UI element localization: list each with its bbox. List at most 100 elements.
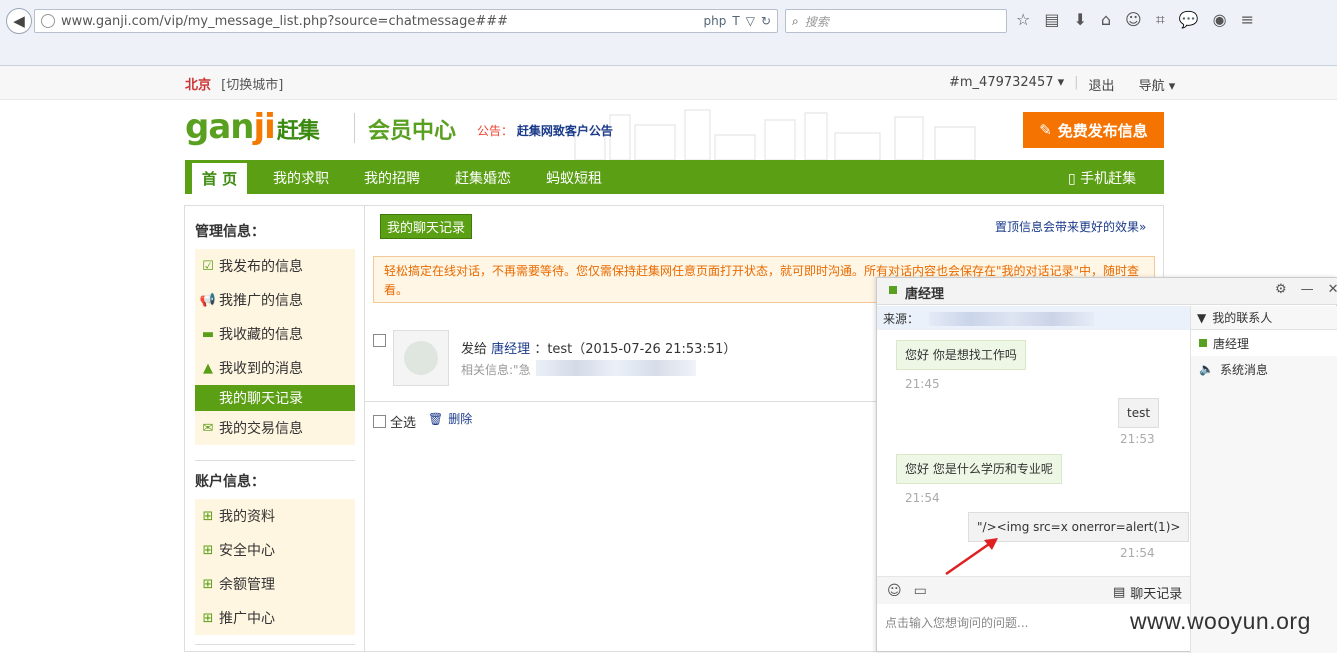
addon-icon[interactable]: ◉ xyxy=(1213,10,1227,30)
delete-button[interactable]: 🗑 删除 xyxy=(428,410,472,427)
message-recipient-link[interactable]: 唐经理 xyxy=(491,342,530,357)
chat-header: 唐经理 ⚙ — ✕ xyxy=(877,278,1337,305)
chat-source-label: 来源： xyxy=(883,312,920,326)
back-button[interactable]: ◀ xyxy=(6,8,32,34)
megaphone-icon: 📢 xyxy=(199,292,217,308)
online-status-icon xyxy=(889,286,897,294)
account-section-title: 账户信息： xyxy=(195,474,265,490)
trash-icon: 🗑 xyxy=(428,411,444,426)
browser-toolbar: ◀ www.ganji.com/vip/my_message_list.php?… xyxy=(0,0,1337,66)
sidebar-item-chat-history[interactable]: 我的聊天记录 xyxy=(195,385,355,411)
search-box[interactable]: ⌕ 搜索 xyxy=(785,9,1007,33)
translate-icon[interactable]: T xyxy=(732,14,739,28)
phone-icon: ▯ xyxy=(1068,171,1076,187)
plus-icon: ⊞ xyxy=(202,576,214,592)
sidebar-divider xyxy=(195,460,355,461)
plus-icon: ⊞ xyxy=(202,610,214,626)
caret-down-icon: ▼ xyxy=(1197,310,1207,325)
sidebar-item-my-posts[interactable]: ☑ 我发布的信息 xyxy=(195,249,355,283)
chat-bubble-outgoing: test xyxy=(1118,398,1160,428)
message-row: 发给 唐经理 ：test（2015-07-26 21:53:51） 相关信息:"… xyxy=(373,330,873,390)
download-icon[interactable]: ⬇ xyxy=(1073,10,1086,30)
settings-gear-icon[interactable]: ⚙ xyxy=(1275,282,1287,297)
nav-home[interactable]: 首 页 xyxy=(192,163,247,194)
header-divider xyxy=(354,113,355,143)
announcement-label: 公告： xyxy=(477,124,514,138)
message-checkbox[interactable] xyxy=(373,334,386,347)
home-icon[interactable]: ⌂ xyxy=(1101,10,1111,30)
related-info: 相关信息:"急 xyxy=(461,363,531,377)
globe-icon xyxy=(41,14,55,28)
edit-icon: ☑ xyxy=(202,258,214,274)
select-all-checkbox[interactable] xyxy=(373,415,386,428)
sidebar-item-balance[interactable]: ⊞ 余额管理 xyxy=(195,567,355,601)
nav-item-jobs[interactable]: 我的求职 xyxy=(273,168,329,188)
list-divider xyxy=(365,401,877,402)
pin-top-link[interactable]: 置顶信息会带来更好的效果» xyxy=(995,218,1146,235)
speaker-icon: 🔈 xyxy=(1199,362,1214,376)
contact-item-system[interactable]: 🔈 系统消息 xyxy=(1191,356,1337,382)
message-content: ：test（2015-07-26 21:53:51） xyxy=(534,342,737,357)
sidebar-item-received-messages[interactable]: ▲ 我收到的消息 xyxy=(195,351,355,385)
close-icon[interactable]: ✕ xyxy=(1328,282,1337,297)
sidebar-item-favorites[interactable]: ▬ 我收藏的信息 xyxy=(195,317,355,351)
site-nav-menu[interactable]: 导航 ▾ xyxy=(1139,75,1176,94)
chat-bubble-incoming: 您好 您是什么学历和专业呢 xyxy=(896,454,1062,484)
chat-timestamp: 21:45 xyxy=(905,377,940,391)
smiley-icon[interactable]: ☺ xyxy=(1125,10,1142,30)
nav-mobile-ganji[interactable]: ▯ 手机赶集 xyxy=(1068,168,1136,188)
tab-chat-history[interactable]: 我的聊天记录 xyxy=(380,214,472,239)
post-free-info-button[interactable]: ✎ 免费发布信息 xyxy=(1023,112,1164,148)
sidebar-item-security[interactable]: ⊞ 安全中心 xyxy=(195,533,355,567)
sidebar-item-transactions[interactable]: ✉ 我的交易信息 xyxy=(195,411,355,445)
nav-item-rental[interactable]: 蚂蚁短租 xyxy=(546,168,602,188)
sidebar: 管理信息： ☑ 我发布的信息 📢 我推广的信息 ▬ 我收藏的信息 ▲ 我收到的消息 我的… xyxy=(184,205,365,652)
php-icon[interactable]: php xyxy=(704,14,727,28)
select-all[interactable]: 全选 xyxy=(373,412,416,431)
avatar xyxy=(393,330,449,386)
reload-icon[interactable]: ↻ xyxy=(761,14,771,28)
manage-list: ☑ 我发布的信息 📢 我推广的信息 ▬ 我收藏的信息 ▲ 我收到的消息 我的聊天记录 ✉… xyxy=(195,249,355,445)
folder-icon: ▬ xyxy=(201,326,215,342)
logout-link[interactable]: 退出 xyxy=(1089,75,1115,94)
plus-icon: ⊞ xyxy=(202,542,214,558)
account-list: ⊞ 我的资料 ⊞ 安全中心 ⊞ 余额管理 ⊞ 推广中心 xyxy=(195,499,355,635)
contacts-header[interactable]: ▼ 我的联系人 xyxy=(1191,306,1337,330)
menu-icon[interactable]: ≡ xyxy=(1241,10,1254,30)
dropdown-icon[interactable]: ▽ xyxy=(746,14,755,28)
chat-window: 唐经理 ⚙ — ✕ 来源： 您好 你是想找工作吗 21:45 test 21:5… xyxy=(876,277,1337,653)
chat-timestamp: 21:53 xyxy=(1120,432,1155,446)
chat-icon[interactable]: 💬 xyxy=(1179,10,1199,30)
emoji-icon[interactable]: ☺ xyxy=(887,583,902,599)
ganji-logo[interactable]: ganji赶集 xyxy=(185,107,320,147)
chat-history-button[interactable]: ▤ 聊天记录 xyxy=(1113,583,1182,602)
select-all-label: 全选 xyxy=(390,416,417,431)
url-text: www.ganji.com/vip/my_message_list.php?so… xyxy=(61,13,508,29)
bookmark-star-icon[interactable]: ☆ xyxy=(1016,10,1030,30)
address-bar[interactable]: www.ganji.com/vip/my_message_list.php?so… xyxy=(34,9,778,33)
nav-item-recruit[interactable]: 我的招聘 xyxy=(364,168,420,188)
nav-item-dating[interactable]: 赶集婚恋 xyxy=(455,168,511,188)
chat-messages: 您好 你是想找工作吗 21:45 test 21:53 您好 您是什么学历和专业… xyxy=(877,330,1190,576)
sidebar-item-promo-center[interactable]: ⊞ 推广中心 xyxy=(195,601,355,635)
chat-bubble-incoming: 您好 你是想找工作吗 xyxy=(896,340,1026,370)
switch-city-link[interactable]: [切换城市] xyxy=(221,78,283,93)
envelope-icon: ✉ xyxy=(202,420,214,436)
contacts-panel: ▼ 我的联系人 唐经理 🔈 系统消息 xyxy=(1190,306,1337,653)
contact-item[interactable]: 唐经理 xyxy=(1191,330,1337,356)
minimize-icon[interactable]: — xyxy=(1301,282,1314,297)
annotation-arrow xyxy=(945,538,998,576)
reading-list-icon[interactable]: ▤ xyxy=(1044,10,1059,30)
site-topbar: 北京 [切换城市] #m_479732457 ▾ | 退出 导航 ▾ xyxy=(0,66,1337,100)
crop-icon[interactable]: ⌗ xyxy=(1156,10,1165,30)
plus-icon: ⊞ xyxy=(202,508,214,524)
sidebar-item-profile[interactable]: ⊞ 我的资料 xyxy=(195,499,355,533)
sidebar-item-my-promotions[interactable]: 📢 我推广的信息 xyxy=(195,283,355,317)
user-menu[interactable]: #m_479732457 ▾ xyxy=(949,75,1064,94)
back-arrow-icon: ◀ xyxy=(13,12,25,30)
bell-icon: ▲ xyxy=(203,360,213,376)
site-header: ganji赶集 会员中心 公告： 赶集网致客户公告 ✎ 免费发布信息 xyxy=(185,105,1165,160)
online-status-icon xyxy=(1199,339,1207,347)
redacted-block xyxy=(929,312,1094,326)
quick-reply-icon[interactable]: ▭ xyxy=(914,583,927,599)
